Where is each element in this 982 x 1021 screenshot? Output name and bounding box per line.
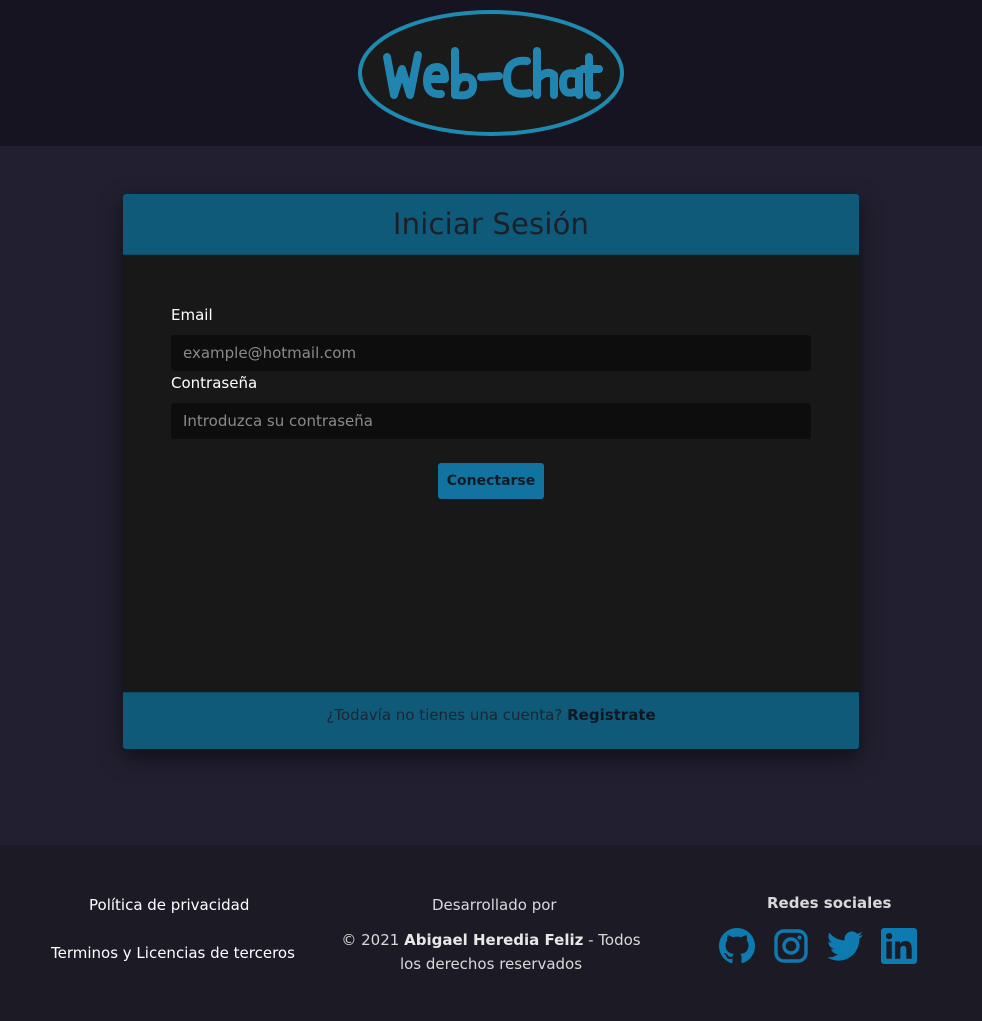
connect-button[interactable]: Conectarse (438, 463, 544, 499)
copyright-prefix: © 2021 (341, 931, 400, 949)
privacy-policy-link[interactable]: Política de privacidad (89, 896, 249, 914)
login-form: Email Contraseña Conectarse (123, 255, 859, 692)
developed-by-text: Desarrollado por (432, 896, 557, 914)
page-footer: Política de privacidad Terminos y Licenc… (0, 845, 982, 1021)
no-account-text: ¿Todavía no tienes una cuenta? (326, 706, 563, 724)
login-card-header: Iniciar Sesión (123, 194, 859, 255)
password-label: Contraseña (171, 374, 258, 392)
copyright-text: © 2021 Abigael Heredia Feliz - Todos los… (336, 928, 646, 976)
email-label: Email (171, 306, 213, 324)
twitter-icon[interactable] (827, 928, 863, 964)
instagram-icon[interactable] (773, 928, 809, 964)
author-name: Abigael Heredia Feliz (404, 931, 584, 949)
email-input[interactable] (171, 335, 811, 371)
login-card: Iniciar Sesión Email Contraseña Conectar… (123, 194, 859, 749)
login-title: Iniciar Sesión (392, 207, 590, 241)
social-title: Redes sociales (767, 894, 892, 912)
terms-licenses-link[interactable]: Terminos y Licencias de terceros (51, 944, 295, 962)
web-chat-logo[interactable] (357, 9, 625, 137)
login-card-footer: ¿Todavía no tienes una cuenta? Registrat… (123, 692, 859, 749)
linkedin-icon[interactable] (881, 928, 917, 964)
top-header (0, 0, 982, 146)
register-link[interactable]: Registrate (567, 706, 656, 724)
password-input[interactable] (171, 403, 811, 439)
github-icon[interactable] (719, 928, 755, 964)
